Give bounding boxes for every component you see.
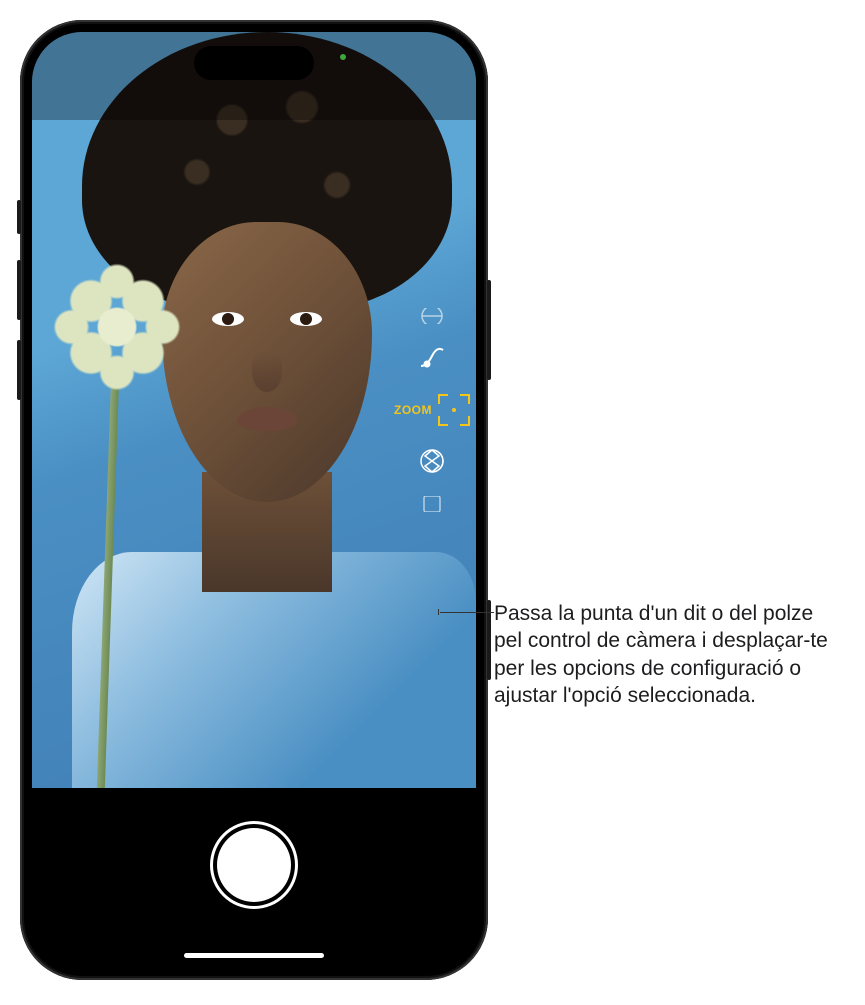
dynamic-island[interactable] (194, 46, 314, 80)
side-button[interactable] (487, 280, 491, 380)
callout-text: Passa la punta d'un dit o del polze pel … (494, 600, 844, 709)
exposure-control-icon[interactable] (413, 308, 451, 324)
photographic-styles-icon[interactable] (413, 442, 451, 480)
annotation-callout: Passa la punta d'un dit o del polze pel … (494, 600, 844, 709)
camera-viewfinder[interactable]: ZOOM (32, 32, 476, 788)
camera-control-overlay[interactable]: ZOOM (394, 308, 470, 512)
zoom-control[interactable]: ZOOM (394, 394, 470, 426)
iphone-device-frame: ZOOM (20, 20, 488, 980)
zoom-label: ZOOM (394, 403, 432, 417)
tone-control-icon[interactable] (413, 496, 451, 512)
volume-up-button[interactable] (17, 260, 21, 320)
shutter-button[interactable] (217, 828, 291, 902)
volume-down-button[interactable] (17, 340, 21, 400)
action-button[interactable] (17, 200, 21, 234)
depth-control-icon[interactable] (413, 340, 451, 378)
home-indicator[interactable] (184, 953, 324, 958)
frame-focus-icon (438, 394, 470, 426)
phone-screen: ZOOM (32, 32, 476, 968)
callout-leader-line (440, 612, 494, 613)
camera-bottom-bar (32, 788, 476, 968)
